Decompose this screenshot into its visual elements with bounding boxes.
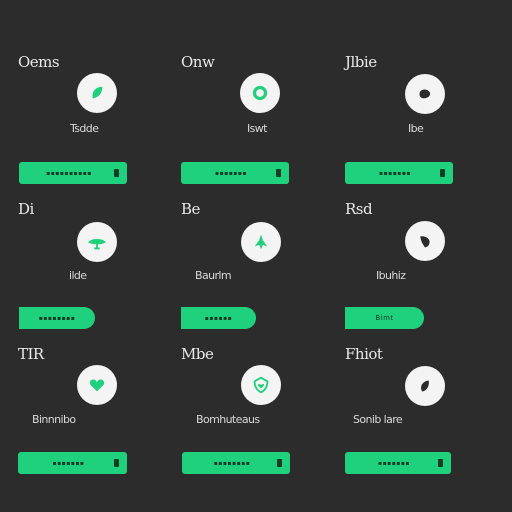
button-label: ▪▪▪▪▪▪▪ [379, 169, 411, 177]
button-label: ▪▪▪▪▪▪▪▪▪▪ [46, 169, 92, 177]
card-caption: Tsdde [70, 122, 99, 135]
button-end-icon [438, 459, 443, 467]
card-8: Mbe Bomhuteaus ▪▪▪▪▪▪▪▪ [181, 345, 331, 495]
heart-icon [77, 365, 117, 405]
button-label: ▪▪▪▪▪▪▪ [378, 459, 410, 467]
card-action-button[interactable]: Bimt [345, 307, 424, 329]
card-7: TIR Binnnibo ▪▪▪▪▪▪▪ [18, 345, 168, 495]
card-caption: Baurlm [195, 269, 232, 282]
card-9: Fhiot Sonib lare ▪▪▪▪▪▪▪ [345, 345, 495, 495]
button-label: Bimt [375, 314, 394, 322]
card-action-button[interactable]: ▪▪▪▪▪▪▪▪▪▪ [19, 162, 127, 184]
ring-icon [240, 73, 280, 113]
card-1: Oems Tsdde ▪▪▪▪▪▪▪▪▪▪ [18, 53, 168, 203]
card-6: Rsd Ibuhiz Bimt [345, 200, 495, 350]
card-caption: Iswt [247, 122, 267, 135]
card-action-button[interactable]: ▪▪▪▪▪▪▪ [181, 162, 289, 184]
card-title: TIR [18, 345, 44, 363]
card-5: Be Baurlm ▪▪▪▪▪▪ [181, 200, 331, 350]
card-caption: Bomhuteaus [196, 413, 260, 426]
card-title: Rsd [345, 200, 373, 218]
card-action-button[interactable]: ▪▪▪▪▪▪▪ [345, 452, 451, 474]
card-caption: Sonib lare [353, 413, 403, 426]
card-title: Mbe [181, 345, 214, 363]
card-caption: Ibuhiz [376, 269, 406, 282]
heart-shield-icon [241, 365, 281, 405]
card-grid-screen: Oems Tsdde ▪▪▪▪▪▪▪▪▪▪ Onw Iswt ▪▪▪▪▪▪▪ J… [0, 0, 512, 512]
leaf-drop-icon [405, 366, 445, 406]
card-caption: Ibe [408, 122, 424, 135]
button-end-icon [114, 169, 119, 177]
card-title: Di [18, 200, 34, 218]
card-title: Jlbie [345, 53, 377, 71]
plant-icon [77, 222, 117, 262]
button-end-icon [276, 169, 281, 177]
button-label: ▪▪▪▪▪▪▪▪ [213, 459, 251, 467]
button-label: ▪▪▪▪▪▪▪ [52, 459, 85, 467]
button-end-icon [440, 169, 445, 177]
card-action-button[interactable]: ▪▪▪▪▪▪▪ [345, 162, 453, 184]
card-4: Di ilde ▪▪▪▪▪▪▪▪ [18, 200, 168, 350]
card-title: Be [181, 200, 200, 218]
card-action-button[interactable]: ▪▪▪▪▪▪▪ [18, 452, 127, 474]
card-2: Onw Iswt ▪▪▪▪▪▪▪ [181, 53, 331, 203]
card-caption: ilde [69, 269, 87, 282]
blob-icon [405, 74, 445, 114]
button-end-icon [277, 459, 282, 467]
button-end-icon [114, 459, 119, 467]
leaf-icon [77, 73, 117, 113]
card-title: Onw [181, 53, 215, 71]
button-label: ▪▪▪▪▪▪▪ [215, 169, 247, 177]
card-title: Fhiot [345, 345, 383, 363]
card-action-button[interactable]: ▪▪▪▪▪▪ [181, 307, 256, 329]
card-action-button[interactable]: ▪▪▪▪▪▪▪▪ [19, 307, 95, 329]
card-action-button[interactable]: ▪▪▪▪▪▪▪▪ [182, 452, 290, 474]
card-3: Jlbie Ibe ▪▪▪▪▪▪▪ [345, 53, 495, 203]
figure-icon [241, 222, 281, 262]
button-label: ▪▪▪▪▪▪▪▪ [38, 314, 76, 322]
button-label: ▪▪▪▪▪▪ [204, 314, 233, 322]
card-title: Oems [18, 53, 60, 71]
card-caption: Binnnibo [32, 413, 76, 426]
leaf-outline-icon [405, 221, 445, 261]
